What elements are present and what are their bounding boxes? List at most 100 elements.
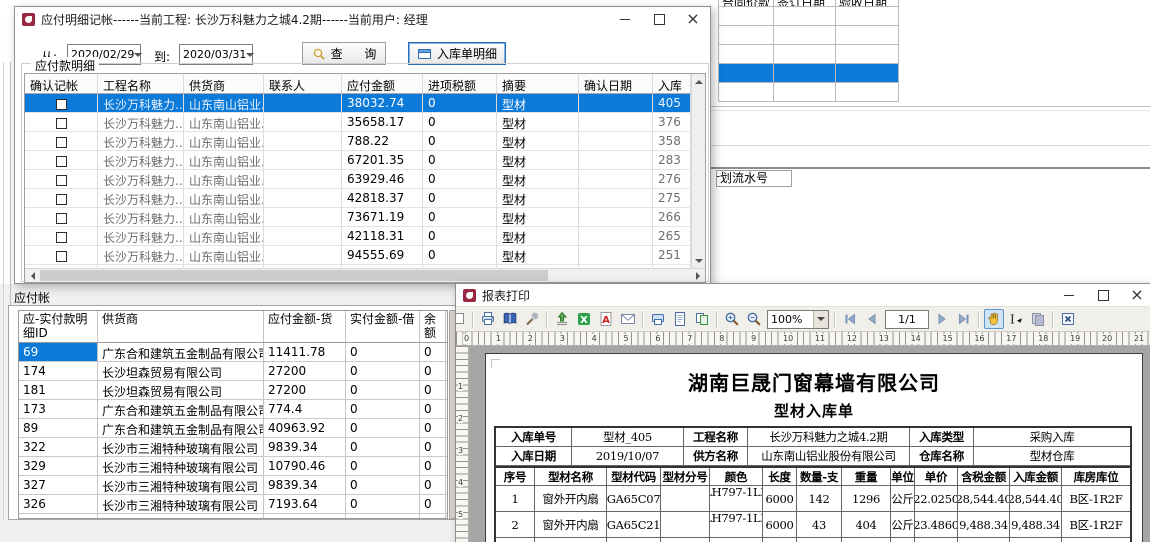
nav-first-button[interactable]	[840, 309, 860, 329]
column-header[interactable]: 应付金额	[342, 74, 423, 93]
table-row[interactable]: 327长沙市三湘特种玻璃有限公司9839.3400	[19, 476, 447, 495]
column-header[interactable]: 摘要	[497, 74, 579, 93]
cell[interactable]: 69	[19, 343, 98, 361]
column-header[interactable]: 确认记帐	[25, 74, 98, 93]
page-number-input[interactable]: 1/1	[885, 310, 929, 329]
cell[interactable]: 174	[19, 362, 98, 380]
scrollbar-thumb[interactable]	[40, 270, 548, 281]
print-button[interactable]	[478, 309, 498, 329]
confirm-checkbox[interactable]	[56, 175, 67, 186]
query-button[interactable]: 查 询	[302, 42, 386, 65]
table-row[interactable]	[719, 83, 899, 102]
column-header[interactable]: 余额	[420, 311, 446, 342]
export-excel-button[interactable]: X	[574, 309, 594, 329]
maximize-icon[interactable]	[642, 7, 676, 31]
chevron-down-icon[interactable]	[134, 45, 142, 64]
receipt-detail-button[interactable]: 入库单明细	[408, 42, 506, 65]
table-row[interactable]: 326长沙市三湘特种玻璃有限公司7193.6400	[19, 495, 447, 514]
close-preview-button[interactable]	[1058, 309, 1078, 329]
table-row[interactable]: 长沙万科魅力...山东南山铝业...35658.170型材376	[25, 113, 691, 132]
book-button[interactable]	[500, 309, 520, 329]
cell[interactable]: 327	[19, 476, 98, 494]
table-row[interactable]	[719, 45, 899, 64]
titlebar[interactable]: 报表打印	[456, 284, 1150, 306]
confirm-checkbox[interactable]	[56, 194, 67, 205]
cell[interactable]: 329	[19, 457, 98, 475]
maximize-icon[interactable]	[1086, 284, 1120, 306]
nav-prev-button[interactable]	[862, 309, 882, 329]
column-header[interactable]: 进项税额	[423, 74, 497, 93]
email-button[interactable]	[618, 309, 638, 329]
table-row[interactable]: 长沙万科魅力...山东南山铝业...788.220型材358	[25, 132, 691, 151]
page-single-button[interactable]	[670, 309, 690, 329]
zoom-out-button[interactable]	[744, 309, 764, 329]
scroll-left-icon[interactable]	[25, 269, 39, 283]
chevron-down-icon[interactable]	[246, 45, 254, 64]
confirm-checkbox[interactable]	[56, 118, 67, 129]
table-row[interactable]: 89广东合和建筑五金制品有限公司40963.9200	[19, 419, 447, 438]
hand-button[interactable]	[984, 309, 1004, 329]
cell[interactable]: 322	[19, 438, 98, 456]
zoom-in-button[interactable]	[722, 309, 742, 329]
column-header[interactable]: 应付金额-货	[264, 311, 346, 342]
scroll-down-icon[interactable]	[692, 254, 706, 268]
panels-button[interactable]	[456, 309, 468, 329]
table-row[interactable]: 长沙万科魅力...山东南山铝业...42118.310型材265	[25, 227, 691, 246]
table-row[interactable]: 329长沙市三湘特种玻璃有限公司10790.4600	[19, 457, 447, 476]
export-button[interactable]	[552, 309, 572, 329]
nav-last-button[interactable]	[954, 309, 974, 329]
confirm-checkbox[interactable]	[56, 156, 67, 167]
table-row[interactable]: 长沙万科魅力...山东南山铝业...67201.350型材283	[25, 151, 691, 170]
confirm-checkbox[interactable]	[56, 251, 67, 262]
table-row[interactable]: 325长沙市三湘特种玻璃有限公司7193.6400	[19, 514, 447, 518]
confirm-checkbox[interactable]	[56, 137, 67, 148]
column-header[interactable]: 应-实付款明细ID	[19, 311, 98, 342]
cell[interactable]: 326	[19, 495, 98, 513]
confirm-checkbox[interactable]	[56, 99, 67, 110]
column-header[interactable]: 实付金额-借	[346, 311, 420, 342]
minimize-icon[interactable]	[608, 7, 642, 31]
table-row[interactable]: 69广东合和建筑五金制品有限公司11411.7800	[19, 343, 447, 362]
table-row[interactable]: 长沙万科魅力...山东南山铝业...38032.740型材405	[25, 94, 691, 113]
close-icon[interactable]	[676, 7, 710, 31]
scroll-right-icon[interactable]	[691, 269, 705, 283]
cell[interactable]: 173	[19, 400, 98, 418]
print-setup-button[interactable]	[648, 309, 668, 329]
table-row[interactable]: 173广东合和建筑五金制品有限公司774.400	[19, 400, 447, 419]
table-row[interactable]: 长沙万科魅力...山东南山铝业...42818.370型材275	[25, 189, 691, 208]
close-icon[interactable]	[1120, 284, 1150, 306]
cell[interactable]: 325	[19, 514, 98, 518]
cell[interactable]: 181	[19, 381, 98, 399]
table-row[interactable]	[719, 26, 899, 45]
to-date-select[interactable]: 2020/03/31	[179, 44, 253, 65]
column-header[interactable]: 供货商	[98, 311, 264, 342]
text-select-button[interactable]: I	[1006, 309, 1026, 329]
minimize-icon[interactable]	[1052, 284, 1086, 306]
chevron-down-icon[interactable]	[813, 311, 828, 328]
table-row[interactable]: 长沙万科魅力...山东南山铝业...63929.460型材276	[25, 170, 691, 189]
column-header[interactable]: 确认日期	[579, 74, 653, 93]
table-row[interactable]	[719, 64, 899, 83]
column-header[interactable]: 供货商	[184, 74, 264, 93]
page-multi-button[interactable]	[692, 309, 712, 329]
zoom-select[interactable]: 100%	[767, 310, 829, 329]
column-header[interactable]: 入库	[653, 74, 691, 93]
vertical-scrollbar[interactable]	[691, 74, 705, 268]
table-row[interactable]: 长沙万科魅力...山东南山铝业...73671.190型材266	[25, 208, 691, 227]
scroll-up-icon[interactable]	[692, 74, 706, 88]
export-pdf-button[interactable]: A	[596, 309, 616, 329]
nav-next-button[interactable]	[932, 309, 952, 329]
design-button[interactable]	[522, 309, 542, 329]
table-row[interactable]: 174长沙坦森贸易有限公司2720000	[19, 362, 447, 381]
horizontal-scrollbar[interactable]	[25, 268, 705, 282]
table-row[interactable]	[719, 7, 899, 26]
titlebar[interactable]: 应付明细记帐------当前工程: 长沙万科魅力之城4.2期------当前用户…	[15, 7, 710, 31]
cell[interactable]: 89	[19, 419, 98, 437]
column-header[interactable]: 联系人	[264, 74, 342, 93]
column-header[interactable]: 工程名称	[98, 74, 184, 93]
table-row[interactable]: 181长沙坦森贸易有限公司2720000	[19, 381, 447, 400]
confirm-checkbox[interactable]	[56, 213, 67, 224]
confirm-checkbox[interactable]	[56, 232, 67, 243]
copy-button[interactable]	[1028, 309, 1048, 329]
plan-serial-field[interactable]: 计划流水号	[716, 170, 792, 187]
